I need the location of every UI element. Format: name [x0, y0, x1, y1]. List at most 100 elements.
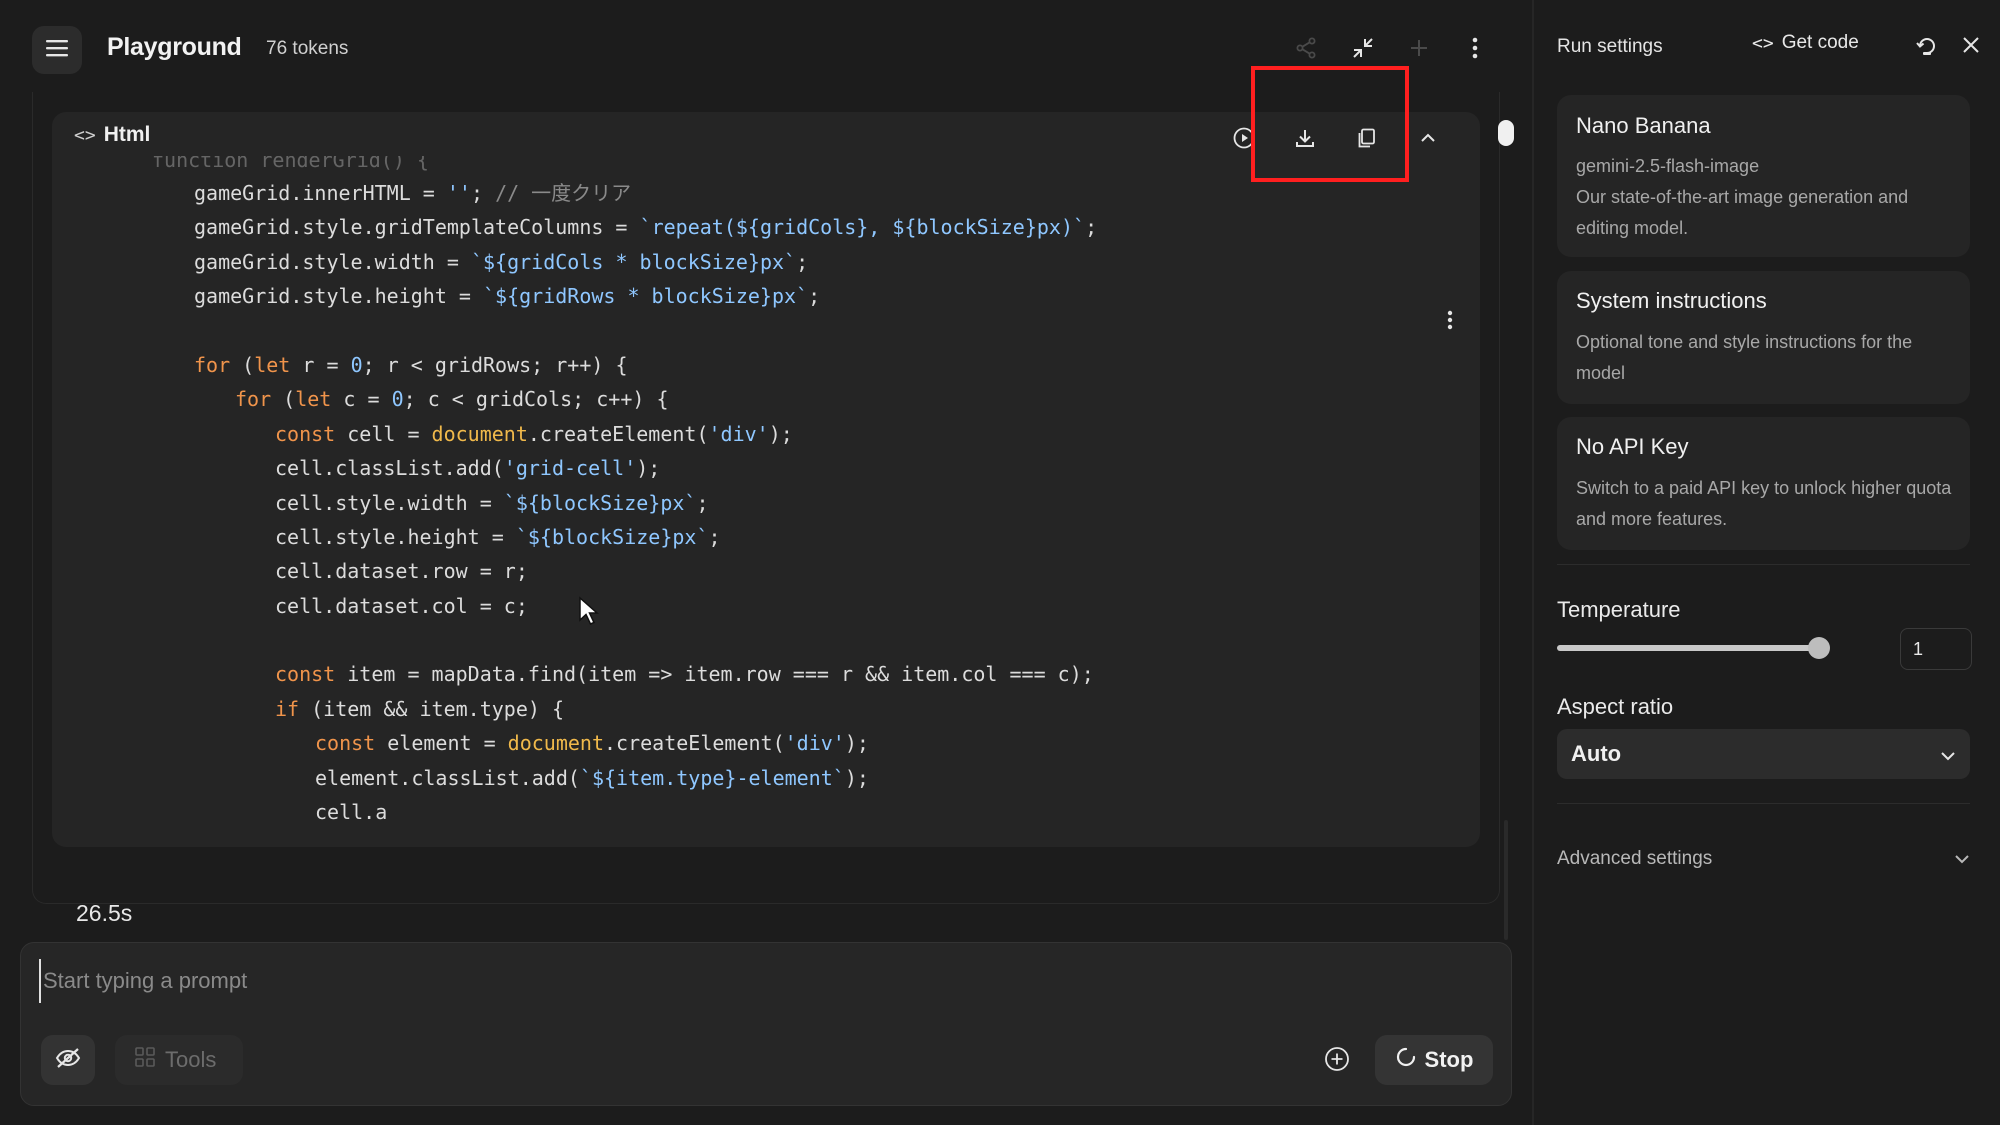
- model-name: Nano Banana: [1576, 113, 1711, 138]
- code-token: (item && item.type) {: [299, 696, 564, 721]
- more-options-button[interactable]: [1455, 30, 1495, 70]
- code-line: gameGrid.style.height = `${gridRows * bl…: [52, 279, 1480, 313]
- code-token: `${item.type}-element`: [579, 765, 845, 790]
- reset-settings-button[interactable]: [1910, 30, 1944, 64]
- reset-icon: [1915, 33, 1939, 62]
- code-token: `${blockSize}px`: [515, 524, 709, 549]
- tools-button[interactable]: Tools: [115, 1035, 243, 1085]
- code-line: cell.a: [52, 795, 1480, 829]
- code-token: 'div': [708, 421, 769, 446]
- code-token: cell.classList.add(: [275, 456, 504, 481]
- code-line: const item = mapData.find(item => item.r…: [52, 657, 1480, 691]
- code-line: cell.style.height = `${blockSize}px`;: [52, 520, 1480, 554]
- code-token: `repeat(${gridCols}, ${blockSize}px)`: [639, 215, 1086, 240]
- get-code-button[interactable]: <> Get code: [1752, 32, 1859, 54]
- code-token: document: [431, 421, 528, 446]
- grid-icon: [135, 1047, 155, 1073]
- code-token: `${blockSize}px`: [503, 490, 697, 515]
- menu-icon: [46, 39, 68, 62]
- api-key-card[interactable]: No API Key Switch to a paid API key to u…: [1557, 417, 1970, 550]
- aspect-ratio-select[interactable]: Auto: [1557, 729, 1970, 779]
- code-line: const element = document.createElement('…: [52, 726, 1480, 760]
- advanced-settings-toggle[interactable]: Advanced settings: [1557, 848, 1970, 870]
- stop-label: Stop: [1424, 1047, 1474, 1072]
- code-token: c =: [331, 387, 392, 412]
- code-token: ;: [1085, 215, 1098, 240]
- temperature-slider-thumb[interactable]: [1808, 637, 1830, 659]
- plus-icon: [1409, 38, 1429, 63]
- code-content: function renderGrid() {gameGrid.innerHTM…: [52, 156, 1480, 829]
- code-line: gameGrid.style.gridTemplateColumns = `re…: [52, 210, 1480, 244]
- close-panel-button[interactable]: [1954, 30, 1988, 64]
- temperature-slider[interactable]: [1557, 637, 1830, 659]
- code-block: <> Html function renderGrid() {gameGrid…: [52, 112, 1480, 847]
- menu-button[interactable]: [32, 26, 82, 74]
- highlight-box: [1251, 66, 1409, 182]
- code-line: if (item && item.type) {: [52, 692, 1480, 726]
- code-token: ; c < gridCols; c++) {: [403, 387, 669, 412]
- code-token: // 一度クリア: [495, 181, 632, 205]
- code-icon: <>: [74, 124, 96, 146]
- model-selector-card[interactable]: Nano Banana gemini-2.5-flash-image Our s…: [1557, 95, 1970, 257]
- more-vert-icon: [1472, 37, 1478, 64]
- code-token: item = mapData.find(item => item.row ===…: [335, 662, 1094, 687]
- code-token: ;: [808, 284, 821, 309]
- model-description: Our state-of-the-art image generation an…: [1576, 187, 1909, 238]
- code-token: '': [446, 181, 471, 205]
- code-token: gameGrid.style.width =: [194, 249, 471, 274]
- system-instructions-card[interactable]: System instructions Optional tone and st…: [1557, 271, 1970, 404]
- system-instructions-desc: Optional tone and style instructions for…: [1576, 332, 1913, 383]
- code-line: gameGrid.style.width = `${gridCols * blo…: [52, 245, 1480, 279]
- scrollbar-track[interactable]: [1504, 820, 1508, 940]
- code-token: );: [768, 421, 793, 446]
- eye-off-icon: [54, 1047, 82, 1074]
- compare-button[interactable]: [1343, 30, 1383, 70]
- collapse-button[interactable]: [1408, 120, 1448, 160]
- code-icon: <>: [1752, 32, 1774, 54]
- code-line: cell.dataset.col = c;: [52, 589, 1480, 623]
- code-language-toggle[interactable]: <> Html: [74, 123, 150, 147]
- code-token: 0: [391, 387, 404, 412]
- get-code-label: Get code: [1781, 32, 1859, 53]
- chevron-up-icon: [1419, 131, 1437, 149]
- code-token: document: [507, 731, 604, 756]
- api-key-title: No API Key: [1576, 434, 1689, 459]
- code-token: let: [295, 387, 332, 412]
- add-media-button[interactable]: [1317, 1041, 1357, 1081]
- scrollbar-thumb[interactable]: [1498, 120, 1514, 146]
- code-token: const: [275, 421, 336, 446]
- visibility-toggle-button[interactable]: [41, 1035, 95, 1085]
- divider: [1557, 564, 1970, 565]
- stop-button[interactable]: Stop: [1375, 1035, 1493, 1085]
- panel-title: Run settings: [1557, 36, 1663, 57]
- code-token: cell.dataset.row = r;: [275, 559, 528, 584]
- share-button[interactable]: [1286, 30, 1326, 70]
- aspect-ratio-value: Auto: [1571, 741, 1622, 766]
- code-token: );: [844, 731, 869, 756]
- new-chat-button[interactable]: [1399, 30, 1439, 70]
- code-token: );: [636, 456, 661, 481]
- tools-label: Tools: [165, 1047, 217, 1072]
- code-line: const cell = document.createElement('div…: [52, 417, 1480, 451]
- code-token: element.classList.add(: [315, 765, 580, 790]
- code-token: gameGrid.innerHTML =: [194, 181, 447, 205]
- code-line: cell.classList.add('grid-cell');: [52, 451, 1480, 485]
- code-line: cell.dataset.row = r;: [52, 554, 1480, 588]
- code-token: element =: [375, 731, 508, 756]
- code-token: ;: [796, 249, 809, 274]
- temperature-label: Temperature: [1557, 597, 1681, 622]
- code-token: .createElement(: [604, 731, 785, 756]
- temperature-slider-fill: [1557, 645, 1824, 651]
- system-instructions-title: System instructions: [1576, 288, 1767, 313]
- code-token: cell =: [335, 421, 432, 446]
- code-token: ; r < gridRows; r++) {: [362, 352, 628, 377]
- code-language-label: Html: [103, 123, 151, 146]
- compare-icon: [1351, 36, 1375, 65]
- code-token: gameGrid.style.height =: [194, 284, 483, 309]
- elapsed-time: 26.5s: [76, 900, 133, 926]
- temperature-input[interactable]: [1900, 628, 1972, 670]
- divider: [1557, 803, 1970, 804]
- prompt-input[interactable]: [39, 959, 1479, 1003]
